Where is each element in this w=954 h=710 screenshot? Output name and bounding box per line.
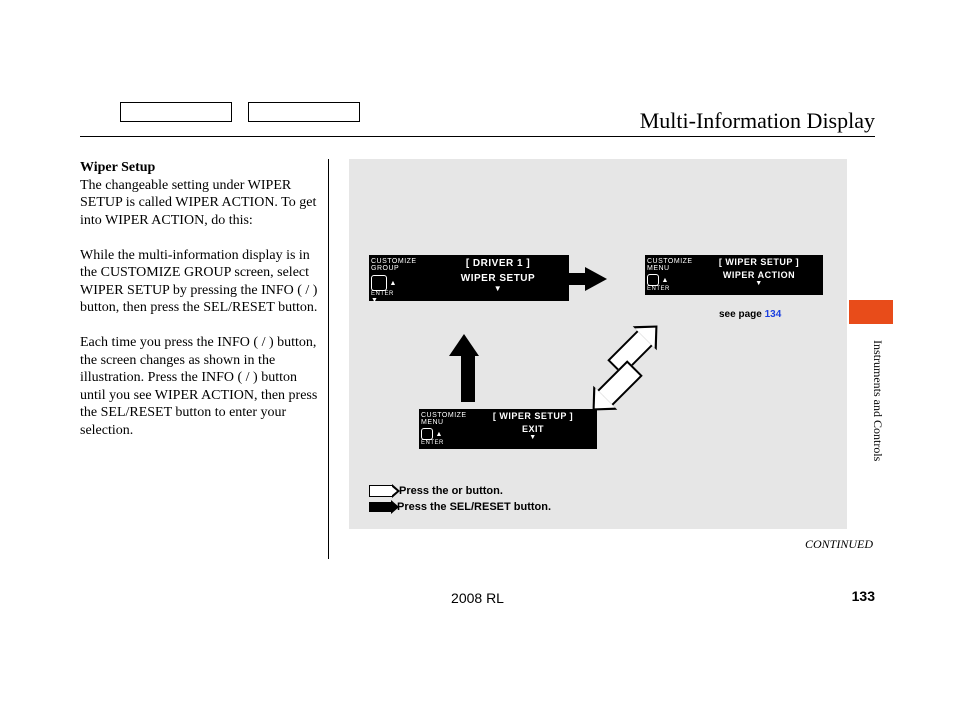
- footer-model: 2008 RL: [80, 590, 875, 606]
- arrow-right-icon: [585, 267, 607, 291]
- paragraph-2: While the multi-information display is i…: [80, 247, 318, 317]
- see-page-link[interactable]: 134: [765, 309, 782, 320]
- enter-icon: [421, 428, 433, 440]
- legend: Press the or button. Press the SEL/RESET…: [369, 483, 551, 515]
- see-page-prefix: see page: [719, 309, 765, 320]
- lcd2-side-line2: MENU: [647, 265, 693, 272]
- paragraph-3: Each time you press the INFO ( / ) butto…: [80, 334, 318, 439]
- footer-page-number: 133: [852, 588, 875, 604]
- lcd2-row1: [ WIPER SETUP ]: [699, 257, 819, 267]
- header-box-2: [248, 102, 360, 122]
- lcd2-side-line1: CUSTOMIZE: [647, 258, 693, 265]
- lcd-wiper-action: CUSTOMIZE MENU ▲ ENTER [ WIPER SETUP ] W…: [645, 255, 823, 295]
- lcd2-enter: ENTER: [647, 286, 693, 292]
- lcd3-side-line2: MENU: [421, 419, 467, 426]
- enter-icon: [371, 275, 387, 291]
- lcd-customize-group: CUSTOMIZE GROUP ▲ ENTER ▼ [ DRIVER 1 ] W…: [369, 255, 569, 301]
- lcd3-enter: ENTER: [421, 440, 467, 446]
- paragraph-1: The changeable setting under WIPER SETUP…: [80, 177, 318, 230]
- legend-white-arrow-icon: [369, 485, 393, 497]
- legend-black-arrow-icon: [369, 502, 391, 512]
- lcd-exit: CUSTOMIZE MENU ▲ ENTER [ WIPER SETUP ] E…: [419, 409, 597, 449]
- lcd3-row2: EXIT: [473, 424, 593, 434]
- lcd1-row1: [ DRIVER 1 ]: [431, 258, 565, 269]
- illustration-panel: CUSTOMIZE GROUP ▲ ENTER ▼ [ DRIVER 1 ] W…: [349, 159, 847, 529]
- subsection-heading: Wiper Setup: [80, 160, 155, 175]
- continued-label: CONTINUED: [805, 537, 873, 552]
- enter-icon: [647, 274, 659, 286]
- column-divider: [328, 159, 349, 559]
- header-box-1: [120, 102, 232, 122]
- lcd1-side-line2: GROUP: [371, 265, 425, 272]
- double-arrow-icon: [594, 334, 674, 414]
- legend-line-2: Press the SEL/RESET button.: [397, 501, 551, 513]
- lcd1-side-line1: CUSTOMIZE: [371, 258, 425, 265]
- lcd3-row1: [ WIPER SETUP ]: [473, 411, 593, 421]
- text-column: Wiper Setup The changeable setting under…: [80, 159, 328, 559]
- lcd2-row2: WIPER ACTION: [699, 270, 819, 280]
- arrow-up-icon: [457, 334, 479, 402]
- header-empty-boxes: [120, 102, 360, 122]
- lcd3-side-line1: CUSTOMIZE: [421, 412, 467, 419]
- cross-reference: see page 134: [719, 309, 781, 320]
- lcd1-row2: WIPER SETUP: [431, 273, 565, 284]
- legend-line-1: Press the or button.: [399, 485, 503, 497]
